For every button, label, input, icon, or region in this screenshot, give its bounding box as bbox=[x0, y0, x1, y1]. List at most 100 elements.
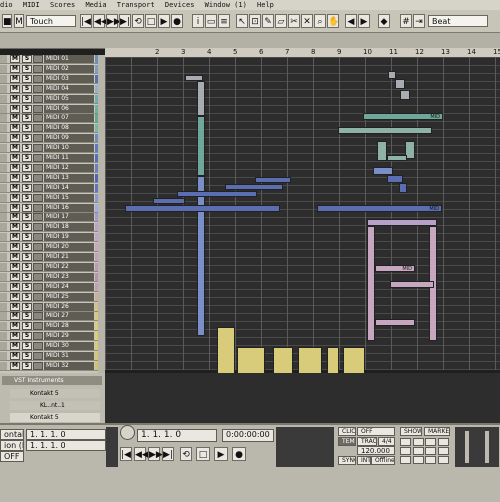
marker-slot-button[interactable] bbox=[400, 447, 411, 455]
solo-button[interactable]: S bbox=[22, 262, 32, 271]
mute-button[interactable]: M bbox=[10, 233, 20, 242]
track-row[interactable]: M S MIDI 23 bbox=[0, 272, 100, 282]
solo-button[interactable]: S bbox=[22, 134, 32, 143]
fader-right[interactable] bbox=[485, 431, 489, 463]
monitor-button[interactable] bbox=[33, 262, 43, 271]
marker-slot-button[interactable] bbox=[425, 438, 436, 446]
track-row[interactable]: M S MIDI 28 bbox=[0, 322, 100, 332]
solo-button[interactable]: S bbox=[22, 104, 32, 113]
marker-slot-button[interactable] bbox=[437, 447, 449, 455]
track-row[interactable]: M S MIDI 03 bbox=[0, 74, 100, 84]
input-routing[interactable]: ion (MID) - bbox=[0, 440, 24, 451]
track-name[interactable]: MIDI 03 bbox=[44, 74, 94, 83]
monitor-button[interactable] bbox=[33, 213, 43, 222]
mute-button[interactable]: M bbox=[10, 253, 20, 261]
monitor-button[interactable] bbox=[33, 243, 43, 252]
monitor-button[interactable] bbox=[33, 55, 43, 63]
midi-part[interactable] bbox=[197, 176, 205, 336]
pencil-tool-icon[interactable]: ✎ bbox=[262, 14, 274, 28]
track-row[interactable]: M S MIDI 09 bbox=[0, 134, 100, 144]
solo-button[interactable]: S bbox=[22, 154, 32, 162]
monitor-button[interactable] bbox=[33, 74, 43, 83]
track-name[interactable]: MIDI 19 bbox=[44, 233, 94, 242]
menu-item-help[interactable]: Help bbox=[257, 1, 274, 9]
automation-mode-select[interactable]: Touch bbox=[26, 15, 76, 27]
marker-slot-button[interactable] bbox=[437, 438, 449, 446]
midi-part[interactable]: MID bbox=[363, 113, 443, 120]
solo-button[interactable]: S bbox=[22, 84, 32, 93]
track-row[interactable]: M S MIDI 14 bbox=[0, 183, 100, 193]
monitor-button[interactable] bbox=[33, 114, 43, 123]
mute-button[interactable]: M bbox=[10, 173, 20, 182]
marker-slot-button[interactable] bbox=[400, 438, 411, 446]
track-name[interactable]: MIDI 04 bbox=[44, 84, 94, 93]
midi-part[interactable] bbox=[400, 90, 410, 100]
track-row[interactable]: M S MIDI 22 bbox=[0, 262, 100, 272]
midi-part[interactable] bbox=[197, 81, 205, 116]
info-icon[interactable]: i bbox=[192, 14, 204, 28]
track-name[interactable]: MIDI 05 bbox=[44, 94, 94, 103]
sync-source[interactable]: INT. bbox=[357, 456, 371, 465]
mute-button[interactable]: M bbox=[10, 55, 20, 63]
mute-button[interactable]: M bbox=[10, 134, 20, 143]
track-name[interactable]: MIDI 26 bbox=[44, 302, 94, 311]
marker-slot-button[interactable] bbox=[425, 447, 436, 455]
midi-part[interactable] bbox=[153, 198, 185, 204]
record-button[interactable]: ● bbox=[171, 14, 183, 28]
solo-button[interactable]: S bbox=[22, 114, 32, 123]
track-name[interactable]: MIDI 22 bbox=[44, 262, 94, 271]
track-row[interactable]: M S MIDI 25 bbox=[0, 292, 100, 302]
mute-button[interactable]: M bbox=[10, 262, 20, 271]
mute-button[interactable]: M bbox=[10, 163, 20, 172]
track-row[interactable]: M S MIDI 32 bbox=[0, 361, 100, 371]
track-row[interactable]: M S MIDI 08 bbox=[0, 124, 100, 134]
midi-part[interactable] bbox=[125, 205, 280, 212]
stop-icon[interactable]: ■ bbox=[2, 14, 12, 28]
sync-label[interactable]: SYNC bbox=[338, 456, 356, 465]
zoom-tool-icon[interactable]: ⌕ bbox=[314, 14, 326, 28]
eraser-tool-icon[interactable]: ▱ bbox=[275, 14, 287, 28]
vst-folder-label[interactable]: VST Instruments bbox=[2, 376, 102, 385]
solo-button[interactable]: S bbox=[22, 223, 32, 232]
mute-button[interactable]: M bbox=[10, 154, 20, 162]
track-row[interactable]: M S MIDI 06 bbox=[0, 104, 100, 114]
track-row[interactable]: M S MIDI 19 bbox=[0, 233, 100, 243]
monitor-button[interactable] bbox=[33, 352, 43, 360]
monitor-button[interactable] bbox=[33, 332, 43, 341]
mute-button[interactable]: M bbox=[10, 94, 20, 103]
track-row[interactable]: M S MIDI 04 bbox=[0, 84, 100, 94]
solo-button[interactable]: S bbox=[22, 213, 32, 222]
marker-slot-button[interactable] bbox=[412, 438, 424, 446]
menu-item-devices[interactable]: Devices bbox=[165, 1, 195, 9]
mute-button[interactable]: M bbox=[10, 183, 20, 192]
track-row[interactable]: M S MIDI 13 bbox=[0, 173, 100, 183]
track-name[interactable]: MIDI 15 bbox=[44, 193, 94, 202]
solo-button[interactable]: S bbox=[22, 94, 32, 103]
track-row[interactable]: M S MIDI 10 bbox=[0, 144, 100, 154]
monitor-button[interactable] bbox=[33, 312, 43, 321]
midi-part[interactable] bbox=[377, 141, 387, 161]
menu-item-studio[interactable]: dio bbox=[0, 1, 13, 9]
track-name[interactable]: MIDI 13 bbox=[44, 173, 94, 182]
midi-part[interactable] bbox=[375, 319, 415, 326]
snap-next-icon[interactable]: ▶ bbox=[358, 14, 370, 28]
solo-button[interactable]: S bbox=[22, 272, 32, 281]
track-name[interactable]: MIDI 28 bbox=[44, 322, 94, 331]
monitor-button[interactable] bbox=[33, 322, 43, 331]
track-row[interactable]: M S MIDI 27 bbox=[0, 312, 100, 322]
track-name[interactable]: MIDI 06 bbox=[44, 104, 94, 113]
monitor-button[interactable] bbox=[33, 134, 43, 143]
midi-part[interactable]: MID bbox=[317, 205, 442, 212]
output-state[interactable]: OFF bbox=[0, 451, 24, 462]
cycle-button-transport[interactable]: ⟲ bbox=[180, 447, 192, 461]
monitor-button[interactable] bbox=[33, 193, 43, 202]
track-name[interactable]: MIDI 30 bbox=[44, 342, 94, 351]
menu-item-scores[interactable]: Scores bbox=[50, 1, 75, 9]
midi-part[interactable] bbox=[217, 327, 235, 375]
tempo-value[interactable]: 120.000 bbox=[357, 446, 395, 455]
tempo-label[interactable]: TEMPO bbox=[338, 437, 356, 446]
monitor-button[interactable] bbox=[33, 203, 43, 212]
monitor-button[interactable] bbox=[33, 163, 43, 172]
midi-part[interactable] bbox=[177, 191, 257, 197]
mute-button[interactable]: M bbox=[10, 64, 20, 73]
